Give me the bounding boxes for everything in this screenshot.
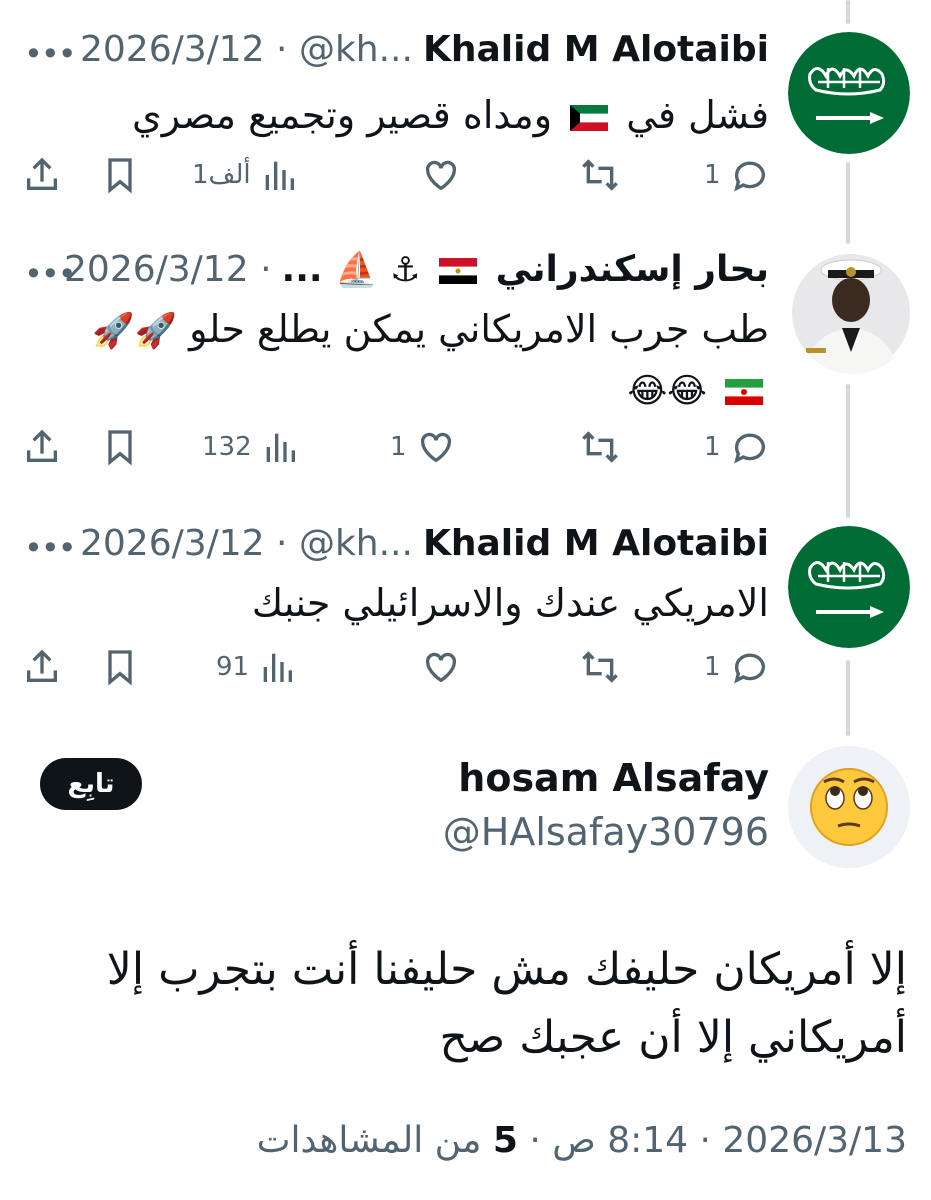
reply-text: طب جرب الامريكاني يمكن يطلع حلو 🚀🚀 😂😂 bbox=[92, 307, 769, 411]
like-button[interactable]: 1 bbox=[390, 422, 457, 472]
reply-icon bbox=[733, 433, 765, 464]
reply-count: 1 bbox=[704, 652, 721, 682]
kuwait-flag-icon bbox=[570, 104, 609, 131]
post-date: 2026/3/12 bbox=[64, 248, 249, 290]
reply-actions: 1ألف 1 bbox=[0, 150, 931, 200]
post-date: 2026/3/12 bbox=[80, 28, 265, 70]
more-icon[interactable]: ••• bbox=[24, 532, 77, 564]
like-icon bbox=[420, 432, 451, 463]
reply-header: Khalid M Alotaibi 2026/3/12 · @kh... bbox=[80, 518, 769, 568]
share-icon bbox=[27, 157, 57, 190]
views-icon bbox=[265, 161, 294, 190]
author-name[interactable]: hosam Alsafay bbox=[458, 756, 769, 800]
like-icon bbox=[425, 160, 457, 191]
views-count: 132 bbox=[202, 432, 252, 462]
author-meta: 2026/3/12 · @kh... bbox=[80, 522, 413, 564]
reply-text: الامريكي عندك والاسرائيلي جنبك bbox=[251, 581, 769, 625]
bookmark-button[interactable] bbox=[100, 150, 140, 200]
sailboat-icon: ⛵ bbox=[335, 249, 378, 290]
bookmark-button[interactable] bbox=[100, 642, 140, 692]
reply-count: 1 bbox=[704, 160, 721, 190]
retweet-button[interactable] bbox=[570, 150, 622, 200]
reply-header: بحار إسكندراني ⚓ ⛵ ... 2026/3/12 · bbox=[64, 244, 769, 294]
iran-flag-icon bbox=[725, 378, 763, 405]
thread-line bbox=[846, 0, 850, 24]
post-time[interactable]: 8:14 ص bbox=[552, 1120, 688, 1161]
author-handle: @kh... bbox=[298, 522, 413, 564]
views-icon bbox=[263, 653, 293, 682]
avatar-saudi-flag[interactable] bbox=[788, 32, 910, 154]
avatar-saudi-flag[interactable] bbox=[788, 526, 910, 648]
more-icon[interactable]: ••• bbox=[24, 258, 77, 290]
more-icon[interactable]: ••• bbox=[24, 38, 77, 70]
reply-icon bbox=[733, 161, 765, 192]
like-icon bbox=[425, 652, 457, 683]
views-label: من المشاهدات bbox=[256, 1120, 482, 1161]
views-count: 91 bbox=[216, 652, 250, 682]
tweet-footer: 2026/3/13 · 8:14 ص · 5 من المشاهدات bbox=[256, 1120, 907, 1161]
author-name[interactable]: Khalid M Alotaibi bbox=[423, 523, 769, 564]
share-icon bbox=[27, 649, 57, 682]
views-button[interactable]: 91 bbox=[216, 642, 297, 692]
reply-count: 1 bbox=[704, 432, 721, 462]
share-button[interactable] bbox=[22, 422, 62, 472]
laughing-face-icon: 😂 bbox=[667, 371, 707, 411]
follow-button[interactable]: تابِع bbox=[40, 758, 142, 810]
post-date[interactable]: 2026/3/13 bbox=[722, 1120, 907, 1161]
author-meta: 2026/3/12 · @kh... bbox=[80, 28, 413, 70]
tweet-text: إلا أمريكان حليفك مش حليفنا أنت بتجرب إل… bbox=[106, 944, 907, 1063]
share-icon bbox=[27, 429, 57, 462]
retweet-icon bbox=[582, 651, 618, 683]
anchor-icon: ⚓ bbox=[390, 249, 421, 290]
author-handle[interactable]: @HAlsafay30796 bbox=[443, 810, 769, 854]
reply-header: Khalid M Alotaibi 2026/3/12 · @kh... bbox=[80, 24, 769, 74]
reply-actions: 91 1 bbox=[0, 642, 931, 692]
share-button[interactable] bbox=[22, 642, 62, 692]
retweet-button[interactable] bbox=[570, 642, 622, 692]
bookmark-icon bbox=[108, 430, 132, 466]
author-handle: @kh... bbox=[298, 28, 413, 70]
reply-actions: 132 1 1 bbox=[0, 422, 931, 472]
reply-icon bbox=[733, 653, 765, 684]
reply-button[interactable]: 1 bbox=[704, 150, 771, 200]
share-button[interactable] bbox=[22, 150, 62, 200]
author-meta: 2026/3/12 · bbox=[64, 248, 272, 290]
retweet-button[interactable] bbox=[570, 422, 622, 472]
reply-button[interactable]: 1 bbox=[704, 642, 771, 692]
views-button[interactable]: 1ألف bbox=[192, 150, 299, 200]
laughing-face-icon: 😂 bbox=[627, 371, 668, 411]
reply-button[interactable]: 1 bbox=[704, 422, 771, 472]
avatar-sailor[interactable] bbox=[792, 252, 914, 374]
bookmark-icon bbox=[108, 158, 132, 194]
retweet-icon bbox=[582, 159, 618, 191]
like-count: 1 bbox=[390, 432, 407, 462]
avatar-rolling-eyes[interactable] bbox=[788, 746, 910, 868]
bookmark-button[interactable] bbox=[100, 422, 140, 472]
like-button[interactable] bbox=[412, 642, 462, 692]
views-button[interactable]: 132 bbox=[202, 422, 300, 472]
egypt-flag-icon bbox=[439, 257, 478, 284]
bookmark-icon bbox=[108, 650, 132, 686]
views-icon bbox=[266, 433, 295, 462]
author-name[interactable]: بحار إسكندراني ⚓ ⛵ ... bbox=[282, 249, 769, 290]
rocket-icon: 🚀 bbox=[92, 311, 135, 351]
retweet-icon bbox=[582, 431, 618, 463]
like-button[interactable] bbox=[412, 150, 462, 200]
author-name[interactable]: Khalid M Alotaibi bbox=[423, 29, 769, 70]
reply-text: فشل في ومداه قصير وتجميع مصري bbox=[132, 93, 769, 137]
rocket-icon: 🚀 bbox=[134, 311, 178, 351]
views-count: 1ألف bbox=[192, 160, 251, 190]
post-date: 2026/3/12 bbox=[80, 522, 265, 564]
views-count: 5 bbox=[492, 1120, 518, 1161]
